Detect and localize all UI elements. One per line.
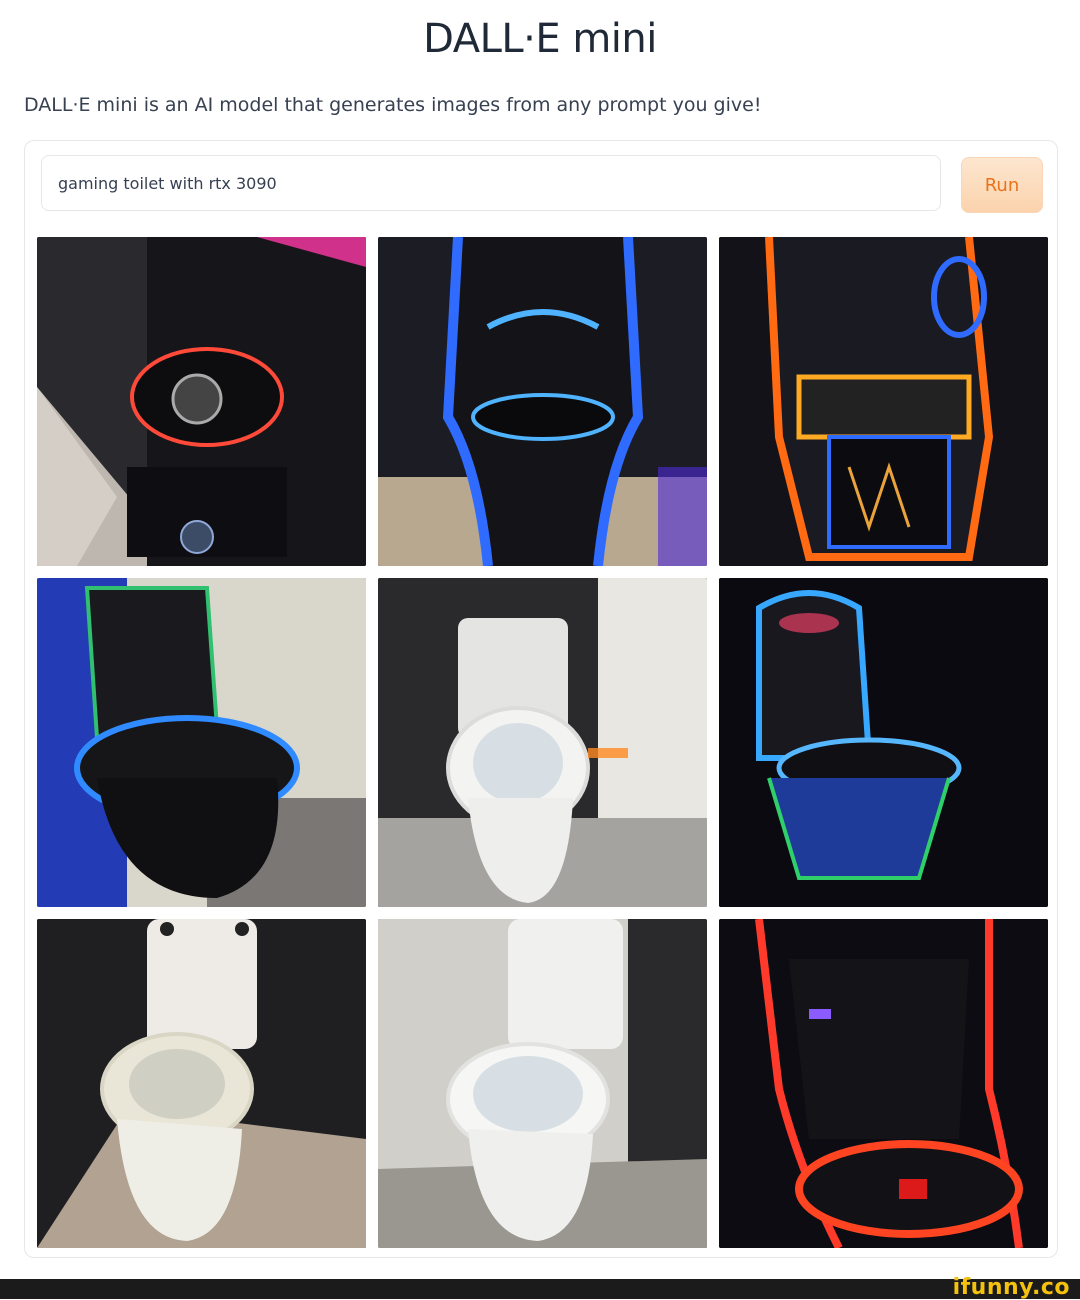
result-image-9[interactable] (719, 919, 1048, 1248)
result-image-6[interactable] (719, 578, 1048, 907)
watermark: ifunny.co (952, 1275, 1070, 1300)
result-image-3[interactable] (719, 237, 1048, 566)
page-subtitle: DALL·E mini is an AI model that generate… (24, 94, 762, 116)
result-image-2[interactable] (378, 237, 707, 566)
generator-panel: Run (24, 140, 1058, 1258)
result-image-7[interactable] (37, 919, 366, 1248)
page-title: DALL·E mini (423, 16, 657, 62)
result-image-5[interactable] (378, 578, 707, 907)
prompt-input[interactable] (41, 155, 941, 211)
result-image-8[interactable] (378, 919, 707, 1248)
result-grid (37, 237, 1048, 1249)
run-button[interactable]: Run (961, 157, 1043, 213)
result-image-1[interactable] (37, 237, 366, 566)
result-image-4[interactable] (37, 578, 366, 907)
footer-bar (0, 1279, 1080, 1299)
